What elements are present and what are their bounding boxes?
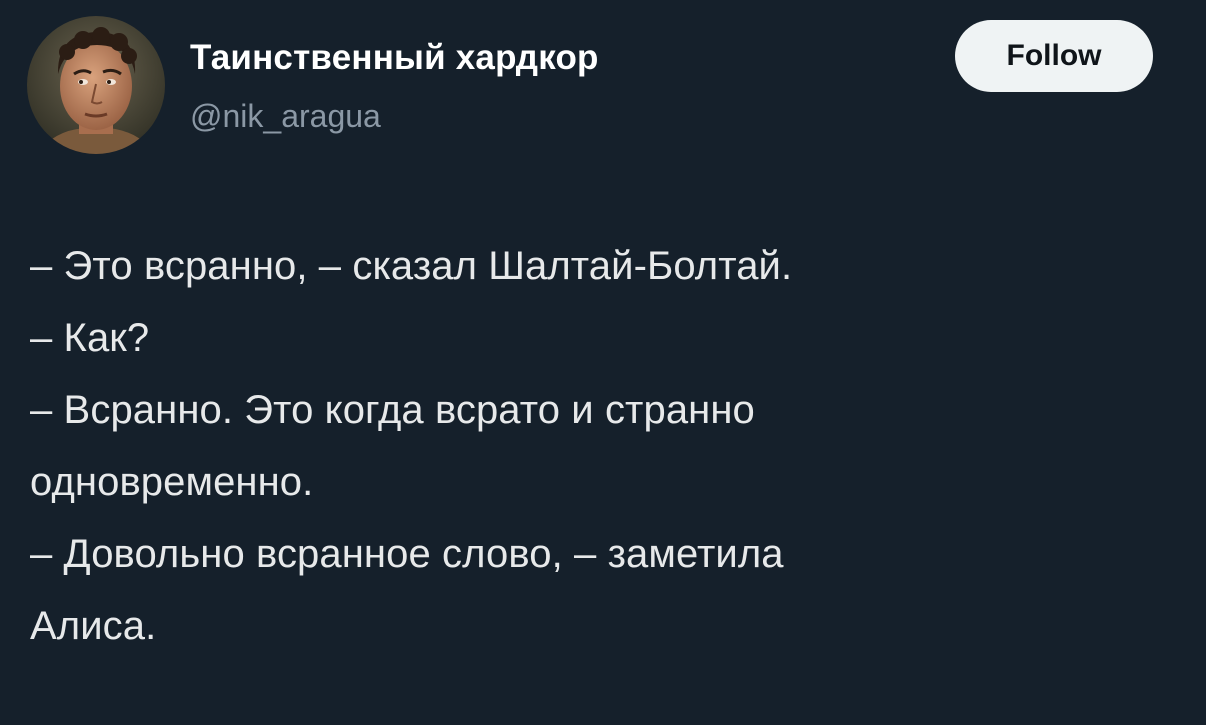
tweet-text: – Это всранно, – сказал Шалтай-Болтай. –…	[30, 230, 1150, 662]
author-display-name[interactable]: Таинственный хардкор	[190, 36, 599, 80]
avatar[interactable]	[27, 16, 165, 154]
follow-button[interactable]: Follow	[955, 20, 1153, 92]
tweet-line: – Всранно. Это когда всрато и странно	[30, 388, 755, 432]
tweet-line: – Это всранно, – сказал Шалтай-Болтай.	[30, 244, 793, 288]
tweet-line: – Довольно всранное слово, – заметила	[30, 532, 784, 576]
author-handle[interactable]: @nik_aragua	[190, 96, 381, 136]
tweet-line: Алиса.	[30, 604, 157, 648]
tweet-card: Таинственный хардкор @nik_aragua Follow …	[0, 0, 1206, 725]
tweet-line: – Как?	[30, 316, 150, 360]
person-photo-icon	[27, 16, 165, 154]
tweet-line: одновременно.	[30, 460, 314, 504]
